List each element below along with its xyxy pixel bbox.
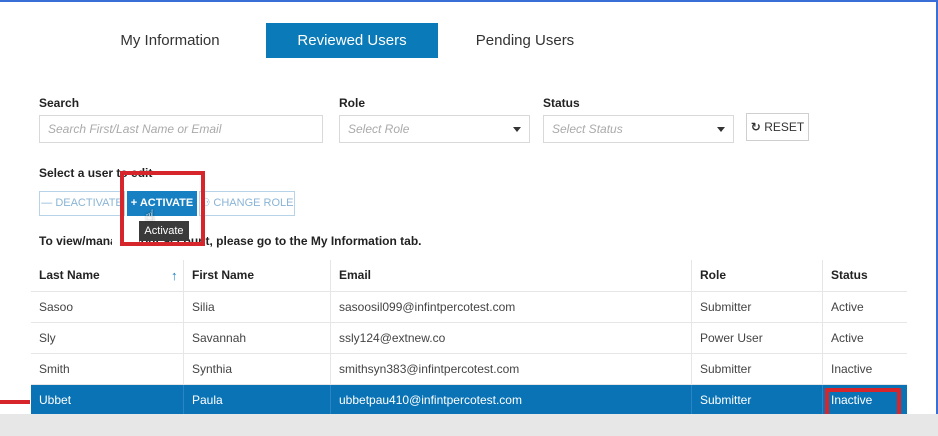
column-header-first-name[interactable]: First Name	[183, 260, 330, 291]
activate-button[interactable]: + ACTIVATE	[127, 191, 197, 216]
tab-my-information[interactable]: My Information	[100, 23, 240, 58]
tooltip-occlusion	[112, 232, 139, 250]
cell-last-name: Sasoo	[39, 300, 74, 314]
cell-status: Inactive	[822, 385, 907, 415]
cell-first-name: Silia	[183, 292, 330, 322]
info-text: To view/manage your account, please go t…	[39, 234, 422, 248]
select-user-heading: Select a user to edit	[39, 166, 153, 180]
cell-first-name: Paula	[183, 385, 330, 415]
change-role-button[interactable]: ⚇ CHANGE ROLE	[199, 191, 295, 216]
minus-icon: —	[41, 197, 53, 209]
deactivate-button[interactable]: — DEACTIVATE	[39, 191, 125, 216]
search-input[interactable]: Search First/Last Name or Email	[39, 115, 323, 143]
cell-email: smithsyn383@infintpercotest.com	[330, 354, 691, 384]
reset-label: RESET	[764, 120, 805, 134]
deactivate-label: DEACTIVATE	[55, 197, 123, 209]
tab-reviewed-users[interactable]: Reviewed Users	[266, 23, 438, 58]
column-header-last-name[interactable]: Last Name ↑	[31, 260, 183, 291]
column-header-status[interactable]: Status	[822, 260, 907, 291]
status-select[interactable]: Select Status	[543, 115, 734, 143]
cell-role: Power User	[691, 323, 822, 353]
cell-role: Submitter	[691, 354, 822, 384]
reset-button[interactable]: ↻ RESET	[746, 113, 809, 141]
cell-status: Inactive	[822, 354, 907, 384]
status-placeholder: Select Status	[552, 122, 623, 136]
cell-last-name: Smith	[39, 362, 70, 376]
table-row-selected[interactable]: Ubbet Paula ubbetpau410@infintpercotest.…	[31, 385, 907, 416]
table-row[interactable]: Sasoo Silia sasoosil099@infintpercotest.…	[31, 292, 907, 323]
cell-first-name: Savannah	[183, 323, 330, 353]
tab-pending-users[interactable]: Pending Users	[455, 23, 595, 58]
role-placeholder: Select Role	[348, 122, 410, 136]
cell-status: Active	[822, 323, 907, 353]
column-header-email[interactable]: Email	[330, 260, 691, 291]
header-label: Last Name	[39, 268, 100, 282]
role-label: Role	[339, 96, 366, 110]
change-role-label: CHANGE ROLE	[213, 197, 294, 209]
refresh-icon: ↻	[750, 120, 761, 134]
cell-last-name: Sly	[39, 331, 56, 345]
cell-email: sasoosil099@infintpercotest.com	[330, 292, 691, 322]
bottom-strip	[0, 414, 938, 436]
cell-role: Submitter	[691, 385, 822, 415]
cell-email: ubbetpau410@infintpercotest.com	[330, 385, 691, 415]
sort-up-arrow-icon[interactable]: ↑	[171, 260, 178, 291]
table-row[interactable]: Sly Savannah ssly124@extnew.co Power Use…	[31, 323, 907, 354]
table-header-row: Last Name ↑ First Name Email Role Status	[31, 260, 907, 292]
column-header-role[interactable]: Role	[691, 260, 822, 291]
table-row[interactable]: Smith Synthia smithsyn383@infintpercotes…	[31, 354, 907, 385]
chevron-down-icon	[513, 127, 521, 132]
plus-icon: +	[130, 197, 138, 209]
users-icon: ⚇	[200, 197, 211, 209]
status-label: Status	[543, 96, 580, 110]
hand-cursor-icon: ☝	[145, 208, 155, 225]
annotation-marker	[0, 400, 30, 404]
cell-last-name: Ubbet	[39, 393, 72, 407]
cell-email: ssly124@extnew.co	[330, 323, 691, 353]
users-table: Last Name ↑ First Name Email Role Status…	[31, 260, 907, 416]
chevron-down-icon	[717, 127, 725, 132]
search-placeholder: Search First/Last Name or Email	[48, 122, 222, 136]
cell-status: Active	[822, 292, 907, 322]
role-select[interactable]: Select Role	[339, 115, 530, 143]
search-label: Search	[39, 96, 80, 110]
cell-first-name: Synthia	[183, 354, 330, 384]
cell-role: Submitter	[691, 292, 822, 322]
